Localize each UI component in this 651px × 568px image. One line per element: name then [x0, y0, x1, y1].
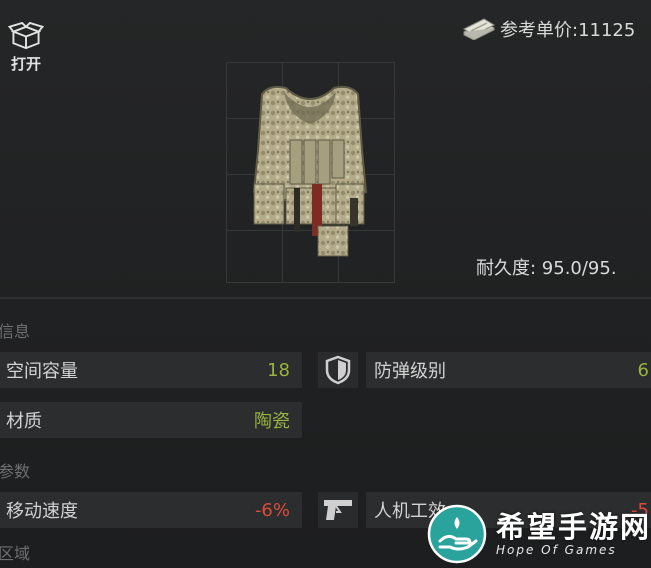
stat-capacity-name: 空间容量 [6, 361, 78, 382]
stat-armor-class-value: 6 [637, 359, 649, 381]
stat-move-speed-value: -6% [254, 499, 290, 521]
stat-armor-class: 防弹级别 6 [318, 352, 651, 388]
reference-price: 参考单价:11125 [462, 14, 635, 44]
divider [0, 297, 651, 299]
stat-material: 材质 陶瓷 [0, 402, 302, 438]
armor-class-icon-box [318, 352, 358, 388]
item-inspect-panel: 打开 参考单价:11125 耐久度: 95.0/95. 信息 空间容量 18 防… [0, 0, 651, 568]
hope-of-games-logo-icon [427, 504, 487, 564]
stat-material-value: 陶瓷 [254, 411, 290, 432]
armored-rig-image[interactable] [240, 80, 380, 265]
open-label: 打开 [10, 55, 41, 73]
section-zones-label: 区域 [0, 544, 31, 563]
money-stack-icon [462, 18, 496, 40]
open-button[interactable]: 打开 [2, 22, 50, 74]
stat-material-name: 材质 [6, 411, 42, 432]
stat-move-speed-name: 移动速度 [6, 501, 78, 522]
shield-icon [325, 355, 351, 385]
durability: 耐久度: 95.0/95. [476, 258, 617, 279]
stat-capacity-value: 18 [267, 359, 290, 381]
reference-price-text: 参考单价:11125 [500, 20, 636, 41]
ergonomics-icon-box [318, 492, 358, 528]
section-params-label: 参数 [0, 462, 31, 481]
watermark: 希望手游网 Hope Of Games [426, 500, 651, 568]
stat-move-speed: 移动速度 -6% [0, 492, 302, 528]
watermark-en: Hope Of Games [496, 543, 617, 557]
watermark-cn: 希望手游网 [496, 510, 651, 544]
pistol-icon [324, 500, 352, 520]
stat-armor-class-name: 防弹级别 [374, 361, 446, 382]
stat-capacity: 空间容量 18 [0, 352, 302, 388]
section-info-label: 信息 [0, 322, 31, 341]
watermark-text: 希望手游网 Hope Of Games [496, 511, 651, 557]
open-box-icon [8, 22, 44, 50]
armor-class-bar: 防弹级别 6 [366, 352, 651, 388]
